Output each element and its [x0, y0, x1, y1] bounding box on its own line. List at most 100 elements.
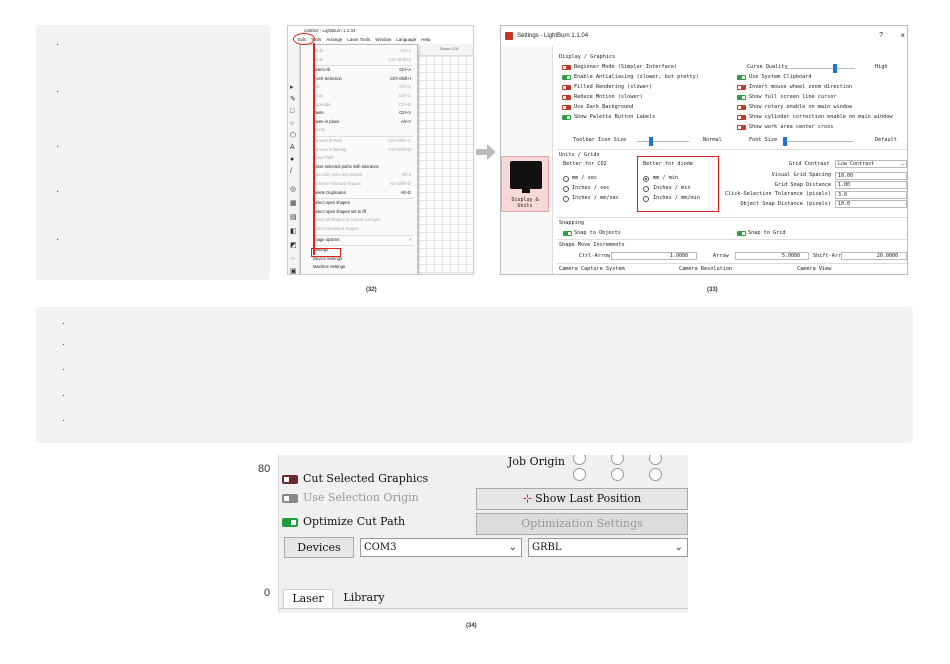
position-icon[interactable]: ●: [290, 156, 297, 163]
curve-quality-slider[interactable]: [785, 64, 855, 73]
menu-item-select-all-shapes-in-current-cut-layer[interactable]: Select all shapes in current cut layer: [301, 216, 417, 224]
toggle-switch[interactable]: [737, 125, 746, 130]
array-icon[interactable]: ▦: [290, 200, 297, 207]
menu-item-auto-join-selected-shapes[interactable]: Auto-Join selected shapes Alt+J: [301, 171, 417, 179]
menu-item-select-open-shapes-set-to-fill[interactable]: Select open shapes set to fill: [301, 208, 417, 216]
show-last-position-button[interactable]: ⊹ Show Last Position: [476, 488, 688, 510]
optimization-settings-button[interactable]: Optimization Settings: [476, 513, 688, 535]
menu-item-convert-to-bitmap[interactable]: Convert to Bitmap Ctrl+Shift+B: [301, 146, 417, 154]
radio-inches-min[interactable]: [643, 186, 649, 192]
menu-item-select-all[interactable]: Select All Ctrl+A: [301, 66, 417, 74]
canvas-grid[interactable]: [418, 56, 473, 274]
job-origin-radio[interactable]: [611, 468, 624, 481]
snap-grid-toggle[interactable]: [737, 231, 746, 236]
text-icon[interactable]: A: [290, 144, 297, 151]
nav-display-units[interactable]: Display & Units: [501, 156, 549, 212]
radio-inches-mm-min[interactable]: [643, 196, 649, 202]
menu-item-select-open-shapes[interactable]: Select open shapes: [301, 199, 417, 207]
menu-item-close-selected-paths-with-tolerance[interactable]: Close selected paths with tolerance: [301, 163, 417, 171]
menu-item-optimize-selected-shapes[interactable]: Optimize selected shapes Alt+Shift+O: [301, 180, 417, 188]
menu-arrange[interactable]: Arrange: [326, 37, 342, 42]
menu-laser-tools[interactable]: Laser Tools: [347, 37, 370, 42]
menu-item-delete-duplicates[interactable]: Delete Duplicates Alt+D: [301, 189, 417, 197]
close-button[interactable]: ×: [900, 31, 905, 40]
tab-laser[interactable]: Laser: [283, 589, 333, 608]
weld-icon[interactable]: ◩: [290, 242, 297, 249]
menu-item-paste[interactable]: Paste Ctrl+V: [301, 109, 417, 117]
optimize-cut-path-toggle[interactable]: [282, 518, 298, 527]
grid-setting-input[interactable]: 3.0: [835, 190, 907, 199]
tab-library[interactable]: Library: [335, 589, 393, 608]
menu-item-undo[interactable]: Undo Ctrl+Z: [301, 47, 417, 55]
menu-item-copy[interactable]: Copy Ctrl+C: [301, 92, 417, 100]
menu-item-paste-in-place[interactable]: Paste in place Alt+V: [301, 118, 417, 126]
monitor-icon: [510, 161, 542, 193]
cut-selected-toggle[interactable]: [282, 475, 298, 484]
arrow-input[interactable]: 5.0000: [735, 252, 809, 260]
radio-mm-sec[interactable]: [563, 176, 569, 182]
select-tool-icon[interactable]: ▸: [290, 84, 297, 91]
menu-shortcut: Ctrl+Shift+C: [388, 138, 411, 143]
menu-item-machine-settings[interactable]: Machine Settings: [301, 263, 417, 271]
boolean-icon[interactable]: ◧: [290, 228, 297, 235]
toggle-switch[interactable]: [737, 105, 746, 110]
font-size-slider[interactable]: [783, 137, 853, 146]
rectangle-icon[interactable]: □: [290, 108, 297, 115]
grid-icon[interactable]: ▤: [290, 214, 297, 221]
port-select[interactable]: COM3 ⌄: [360, 538, 522, 557]
menu-item-convert-to-path[interactable]: Convert to Path Ctrl+Shift+C: [301, 137, 417, 145]
toolbar-icon-size-slider[interactable]: [637, 137, 689, 146]
measure-icon[interactable]: /: [290, 168, 297, 175]
grid-contrast-select[interactable]: Low Contrast ⌄: [835, 160, 907, 168]
job-origin-radio[interactable]: [573, 455, 586, 465]
rotate-readout: Rotate 0.00: [440, 47, 459, 51]
radio-inches-mm-sec[interactable]: [563, 196, 569, 202]
divider: [557, 149, 907, 150]
toggle-switch[interactable]: [737, 85, 746, 90]
menu-item-invert-selection[interactable]: Invert Selection Ctrl+Shift+I: [301, 75, 417, 83]
menu-item-close-path[interactable]: Close Path: [301, 154, 417, 162]
toggle-switch[interactable]: [562, 65, 571, 70]
menu-help[interactable]: Help: [421, 37, 430, 42]
job-origin-radio[interactable]: [649, 455, 662, 465]
menu-item-cut[interactable]: Cut Ctrl+X: [301, 83, 417, 91]
menu-item-duplicate[interactable]: Duplicate Ctrl+D: [301, 101, 417, 109]
radio-mm-min[interactable]: [643, 176, 649, 182]
shift-arrow-input[interactable]: 20.0000: [841, 252, 907, 260]
menu-window[interactable]: Window: [375, 37, 391, 42]
menu-item-redo[interactable]: Redo Ctrl+Shift+Z: [301, 56, 417, 64]
grid-setting-input[interactable]: 1.00: [835, 181, 907, 189]
toggle-switch[interactable]: [562, 85, 571, 90]
menu-item-select-contained-shapes[interactable]: Select contained shapes: [301, 225, 417, 233]
toggle-switch[interactable]: [562, 105, 571, 110]
devices-button[interactable]: Devices: [284, 537, 354, 558]
job-origin-radio[interactable]: [611, 455, 624, 465]
toggle-switch[interactable]: [562, 95, 571, 100]
job-origin-radio[interactable]: [649, 468, 662, 481]
optimize-cut-path-label: Optimize Cut Path: [303, 515, 406, 528]
ellipse-icon[interactable]: ○: [290, 120, 297, 127]
snap-objects-toggle[interactable]: [563, 231, 572, 236]
menu-item-image-options[interactable]: Image options ›: [301, 236, 417, 244]
toggle-switch[interactable]: [562, 75, 571, 80]
radio-inches-sec[interactable]: [563, 186, 569, 192]
menu-shortcut: Ctrl+A: [399, 67, 411, 73]
menu-language[interactable]: Language: [396, 37, 416, 42]
menu-item-delete[interactable]: Delete: [301, 126, 417, 134]
grid-setting-input[interactable]: 10.00: [835, 171, 907, 180]
offset-icon[interactable]: ◎: [290, 186, 297, 193]
toggle-switch[interactable]: [562, 115, 571, 120]
polygon-icon[interactable]: ⬡: [290, 132, 297, 139]
edit-nodes-icon[interactable]: ✎: [290, 96, 297, 103]
use-selection-origin-toggle[interactable]: [282, 494, 298, 503]
toggle-switch[interactable]: [737, 75, 746, 80]
toggle-switch[interactable]: [737, 95, 746, 100]
grid-setting-input[interactable]: 10.0: [835, 200, 907, 208]
job-origin-radio[interactable]: [573, 468, 586, 481]
toggle-switch[interactable]: [737, 115, 746, 120]
dots-icon[interactable]: ⁘: [290, 256, 297, 263]
ctrl-arrow-input[interactable]: 1.0000: [611, 252, 697, 260]
machine-icon[interactable]: ▣: [290, 268, 297, 274]
controller-select[interactable]: GRBL ⌄: [528, 538, 688, 557]
help-button[interactable]: ?: [879, 32, 883, 39]
